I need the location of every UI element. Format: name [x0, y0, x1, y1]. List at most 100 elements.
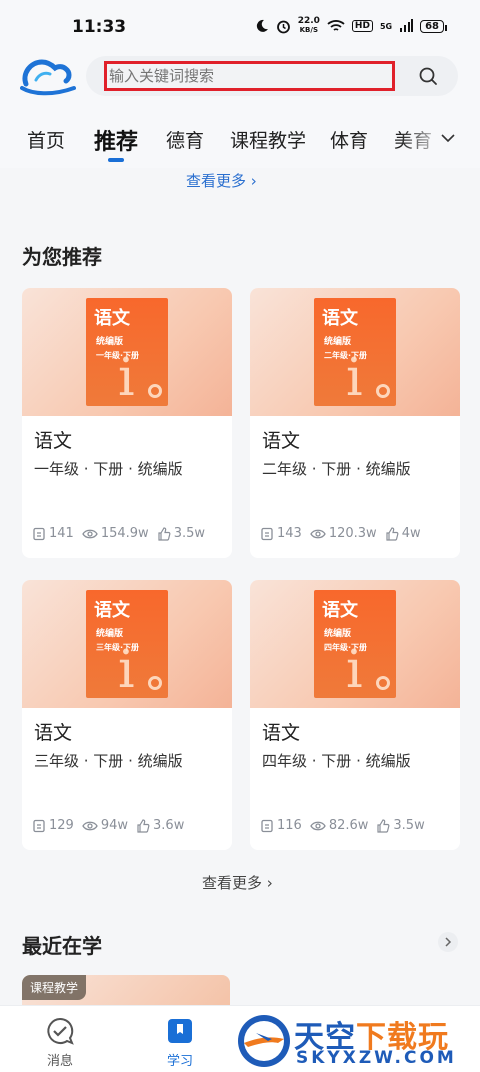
tab-active-indicator: [108, 158, 124, 162]
wifi-icon: [327, 20, 345, 31]
lesson-count: 116: [260, 818, 302, 833]
book-icon: [168, 1019, 192, 1043]
status-bar: 11:33 22.0 KB/S HD 5G 68: [0, 0, 480, 52]
nav-study-label: 学习: [166, 1054, 193, 1069]
hd-badge: HD: [351, 20, 373, 32]
course-stats: 129 94w 3.6w: [32, 818, 192, 833]
app-logo[interactable]: [20, 56, 76, 96]
course-name: 语文: [262, 430, 301, 452]
book-ring: [376, 676, 390, 690]
tab-home[interactable]: 首页: [27, 126, 65, 153]
status-time: 11:33: [72, 17, 127, 37]
search-box[interactable]: [86, 56, 458, 96]
signal-icon: [400, 19, 414, 32]
status-icons: 22.0 KB/S HD 5G 68: [255, 16, 447, 35]
thumbs-up-icon: [137, 818, 150, 833]
recent-course-card[interactable]: 课程教学: [22, 975, 230, 1005]
section-title-recent: 最近在学: [22, 934, 102, 958]
lesson-count: 143: [260, 526, 302, 541]
like-count: 4w: [385, 526, 421, 541]
category-tabs: 首页 推荐 德育 课程教学 体育 美育: [0, 102, 480, 168]
lesson-count: 141: [32, 526, 74, 541]
view-count: 154.9w: [82, 526, 149, 541]
tab-recommend[interactable]: 推荐: [94, 124, 138, 156]
tab-course-teaching[interactable]: 课程教学: [230, 126, 306, 153]
see-more-link-top[interactable]: 查看更多 ›: [186, 170, 257, 191]
book-title: 语文: [94, 600, 130, 621]
like-count: 3.5w: [157, 526, 205, 541]
eye-icon: [310, 529, 326, 538]
book-letter: i: [118, 640, 135, 698]
course-stats: 141 154.9w 3.5w: [32, 526, 213, 541]
tab-moral[interactable]: 德育: [166, 126, 204, 153]
course-card[interactable]: 语文 统编版 二年级·下册 i 语文 二年级 · 下册 · 统编版 143 120.3w 4w: [250, 288, 460, 558]
battery-indicator: 68: [420, 19, 447, 33]
course-card[interactable]: 语文 统编版 三年级·下册 i 语文 三年级 · 下册 · 统编版 129 94w 3.6w: [22, 580, 232, 850]
course-cover: 语文 统编版 二年级·下册 i: [250, 288, 460, 416]
course-stats: 116 82.6w 3.5w: [260, 818, 433, 833]
site-watermark: 天空下载玩 SKYXZW.COM: [232, 1010, 480, 1072]
book-ring: [148, 676, 162, 690]
lesson-icon: [261, 819, 273, 832]
eye-icon: [82, 821, 98, 830]
course-cover: 语文 统编版 四年级·下册 i: [250, 580, 460, 708]
course-subtitle: 一年级 · 下册 · 统编版: [34, 460, 183, 478]
chevron-down-icon[interactable]: [440, 130, 456, 146]
nav-study[interactable]: 学习: [150, 1016, 210, 1069]
textbook-cover: 语文 统编版 三年级·下册 i: [86, 590, 168, 698]
like-count: 3.5w: [376, 818, 425, 833]
thumbs-up-icon: [386, 526, 399, 541]
course-cover: 语文 统编版 三年级·下册 i: [22, 580, 232, 708]
see-more-link-bottom[interactable]: 查看更多 ›: [202, 872, 273, 893]
course-cover: 语文 统编版 一年级·下册 i: [22, 288, 232, 416]
nav-messages[interactable]: 消息: [30, 1016, 90, 1069]
book-letter: i: [118, 348, 135, 406]
book-letter: i: [346, 348, 363, 406]
nav-messages-label: 消息: [46, 1054, 73, 1069]
course-subtitle: 三年级 · 下册 · 统编版: [34, 752, 183, 770]
header: [0, 52, 480, 102]
book-edition: 统编版: [96, 629, 124, 639]
book-title: 语文: [94, 308, 130, 329]
chat-check-icon: [47, 1017, 74, 1045]
book-title: 语文: [322, 600, 358, 621]
course-card[interactable]: 语文 统编版 一年级·下册 i 语文 一年级 · 下册 · 统编版 141 154.9w 3.5…: [22, 288, 232, 558]
lesson-icon: [33, 819, 45, 832]
alarm-icon: [276, 20, 290, 33]
search-icon[interactable]: [418, 66, 438, 86]
course-subtitle: 四年级 · 下册 · 统编版: [262, 752, 411, 770]
chevron-right-icon: [445, 937, 452, 947]
book-edition: 统编版: [324, 629, 352, 639]
course-card[interactable]: 语文 统编版 四年级·下册 i 语文 四年级 · 下册 · 统编版 116 82.6w 3.5w: [250, 580, 460, 850]
watermark-logo: [238, 1015, 290, 1067]
textbook-cover: 语文 统编版 四年级·下册 i: [314, 590, 396, 698]
course-subtitle: 二年级 · 下册 · 统编版: [262, 460, 411, 478]
search-input[interactable]: [104, 61, 395, 91]
recent-more-button[interactable]: [438, 932, 458, 952]
tab-sports[interactable]: 体育: [330, 126, 368, 153]
lesson-icon: [261, 527, 273, 540]
view-count: 82.6w: [310, 818, 368, 833]
course-name: 语文: [34, 722, 73, 744]
section-title-recommend: 为您推荐: [22, 245, 102, 269]
book-edition: 统编版: [324, 337, 352, 347]
textbook-cover: 语文 统编版 二年级·下册 i: [314, 298, 396, 406]
book-ring: [148, 384, 162, 398]
textbook-cover: 语文 统编版 一年级·下册 i: [86, 298, 168, 406]
net-speed: 22.0 KB/S: [297, 16, 320, 35]
book-edition: 统编版: [96, 337, 124, 347]
book-ring: [376, 384, 390, 398]
course-name: 语文: [34, 430, 73, 452]
thumbs-up-icon: [158, 526, 171, 541]
like-count: 3.6w: [136, 818, 184, 833]
recent-course-tag: 课程教学: [22, 975, 87, 1000]
signal-label: 5G: [379, 21, 393, 31]
view-count: 120.3w: [310, 526, 377, 541]
watermark-domain: SKYXZW.COM: [296, 1048, 457, 1068]
course-name: 语文: [262, 722, 301, 744]
book-title: 语文: [322, 308, 358, 329]
lesson-icon: [33, 527, 45, 540]
lesson-count: 129: [32, 818, 74, 833]
eye-icon: [82, 529, 98, 538]
book-letter: i: [346, 640, 363, 698]
